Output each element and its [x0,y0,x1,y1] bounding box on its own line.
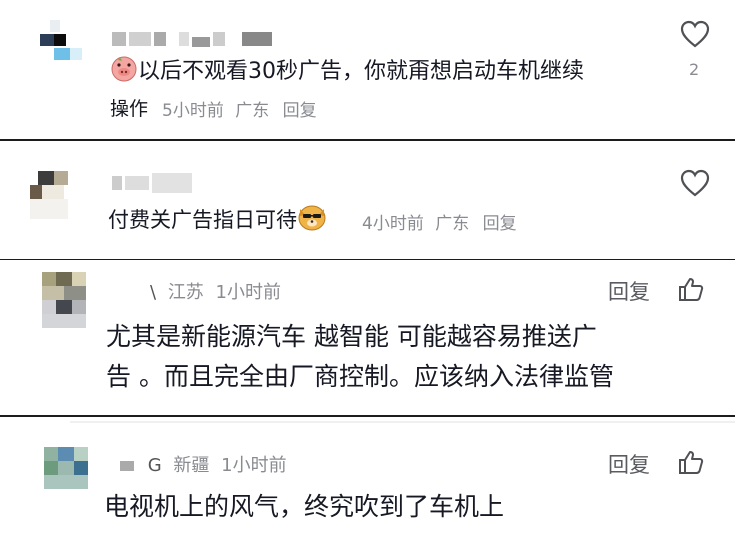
comment-location: 江苏 [167,282,204,303]
comment-location: 广东 [435,214,470,234]
like-count: 2 [689,60,700,79]
username[interactable] [112,173,192,193]
divider [70,421,735,423]
avatar[interactable] [44,447,90,497]
avatar[interactable] [30,171,76,223]
comment-item: 付费关广告指日可待 4小时前 广东 回复 [0,141,735,259]
comment-item: \ 江苏 1小时前 回复 尤其是新能源汽车 越智能 可能越容易推送广 告 。而且… [0,260,735,415]
comment-text: 尤其是新能源汽车 越智能 可能越容易推送广 告 。而且完全由厂商控制。应该纳入法… [106,322,614,391]
comment-text: 电视机上的风气，终究吹到了车机上 [104,492,505,521]
comment-meta: \ 江苏 1小时前 [150,278,281,304]
pig-face-emoji [110,54,138,93]
comment-time: 1小时前 [215,282,281,303]
comment-meta: 5小时前 广东 回复 [162,96,317,121]
comment-time: 4小时前 [362,214,424,234]
username-fragment[interactable]: \ [150,282,156,303]
comment-meta: 4小时前 广东 回复 [362,209,517,234]
comment-location: 新疆 [173,455,210,476]
comment-text: 操作 [110,98,149,120]
reply-button[interactable]: 回复 [483,214,517,234]
comment-meta: G 新疆 1小时前 [120,451,287,477]
comment-time: 1小时前 [221,455,287,476]
comment-location: 广东 [235,101,270,121]
reply-button[interactable]: 回复 [608,276,650,306]
comment-text: 以后不观看30秒广告，你就甭想启动车机继续 [110,54,584,93]
thumbs-up-icon[interactable] [678,276,704,302]
thumbs-up-icon[interactable] [678,449,704,475]
reply-button[interactable]: 回复 [608,449,650,479]
comment-text-line: 以后不观看30秒广告，你就甭想启动车机继续 [138,59,584,84]
cool-dog-emoji [297,203,327,241]
comment-text: 付费关广告指日可待 [108,203,327,241]
avatar[interactable] [40,20,84,70]
username[interactable] [112,30,272,48]
heart-icon[interactable] [680,20,710,48]
avatar[interactable] [42,272,90,330]
username-fragment[interactable]: G [148,455,162,476]
comment-time: 5小时前 [162,101,224,121]
comment-item: 以后不观看30秒广告，你就甭想启动车机继续 操作 5小时前 广东 回复 2 [0,0,735,139]
heart-icon[interactable] [680,169,710,197]
comment-item: G 新疆 1小时前 回复 电视机上的风气，终究吹到了车机上 [0,417,735,539]
reply-button[interactable]: 回复 [283,101,317,121]
username[interactable] [120,461,134,471]
